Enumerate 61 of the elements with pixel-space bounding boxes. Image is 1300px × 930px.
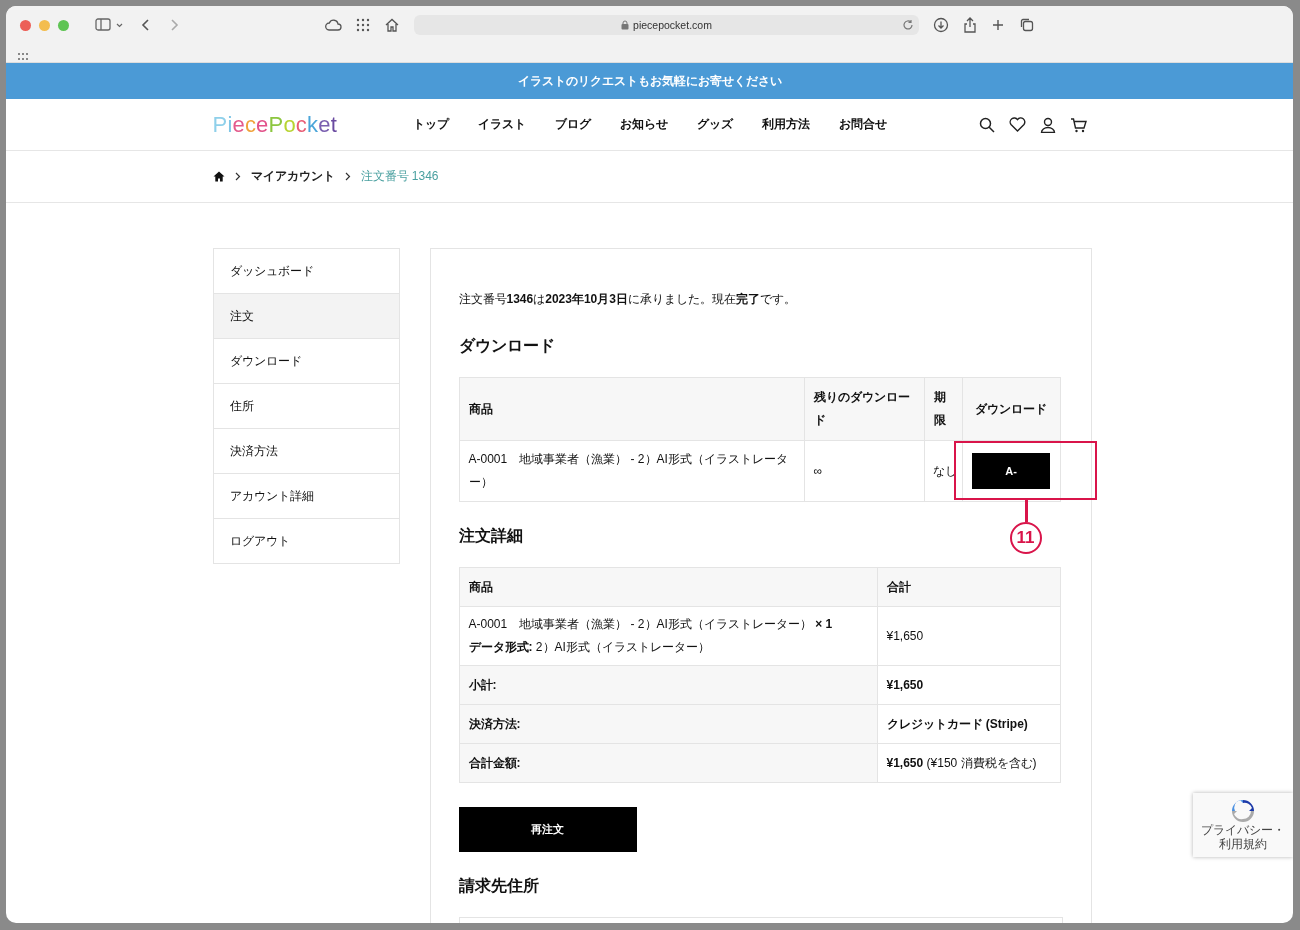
table-cell: ¥1,650 bbox=[877, 665, 1060, 705]
column-header: ダウンロード bbox=[962, 377, 1060, 441]
address-bar[interactable]: piecepocket.com bbox=[414, 15, 919, 35]
sidebar-icon[interactable] bbox=[95, 17, 125, 33]
table-cell: A-0001 地域事業者（漁業） - 2）AI形式（イラストレーター） bbox=[459, 440, 804, 502]
site-logo[interactable]: PiecePocket bbox=[212, 111, 413, 138]
home-icon[interactable] bbox=[384, 17, 400, 33]
chevron-icon bbox=[234, 172, 241, 181]
column-header: 商品 bbox=[459, 377, 804, 441]
announcement-banner: イラストのリクエストもお気軽にお寄せください bbox=[6, 63, 1293, 99]
section-title: 請求先住所 bbox=[458, 876, 539, 896]
menu-item[interactable]: 注文 bbox=[213, 293, 399, 338]
table-cell: クレジットカード (Stripe) bbox=[877, 704, 1060, 744]
callout-number: 11 bbox=[1009, 522, 1042, 554]
zoom-dot[interactable] bbox=[58, 19, 69, 31]
row-header: 小計: bbox=[459, 665, 877, 705]
nav-link[interactable]: ブログ bbox=[554, 116, 591, 133]
heart-icon[interactable] bbox=[1008, 117, 1026, 132]
share-icon[interactable] bbox=[963, 17, 977, 33]
new-tab-icon[interactable] bbox=[991, 18, 1005, 32]
table-cell: ¥1,650 (¥150 消費税を含む) bbox=[877, 743, 1060, 783]
section-title: ダウンロード bbox=[458, 336, 555, 356]
nav-link[interactable]: イラスト bbox=[477, 116, 526, 133]
table-cell: ∞ bbox=[804, 440, 924, 502]
chevron-icon bbox=[344, 172, 351, 181]
nav-link[interactable]: トップ bbox=[412, 116, 449, 133]
grid-icon[interactable] bbox=[356, 18, 370, 32]
product-option: データ形式: 2）AI形式（イラストレーター） bbox=[468, 636, 868, 659]
row-header: 決済方法: bbox=[459, 704, 877, 744]
section-title: 注文詳細 bbox=[458, 526, 523, 546]
recaptcha-links[interactable]: プライバシー・利用規約 bbox=[1196, 824, 1290, 852]
leader-line bbox=[1024, 500, 1028, 522]
user-icon[interactable] bbox=[1039, 116, 1056, 133]
column-header: 合計 bbox=[877, 567, 1060, 607]
order-summary-text: 注文番号1346は2023年10月3日に承りました。現在完了です。 bbox=[458, 291, 797, 308]
cart-icon[interactable] bbox=[1069, 116, 1087, 133]
search-icon[interactable] bbox=[978, 116, 995, 133]
reload-icon[interactable] bbox=[902, 19, 914, 31]
home-icon[interactable] bbox=[212, 171, 225, 182]
recaptcha-icon bbox=[1229, 798, 1257, 825]
tabs-icon[interactable] bbox=[1019, 17, 1035, 33]
download-icon[interactable] bbox=[933, 17, 949, 33]
close-dot[interactable] bbox=[20, 19, 31, 31]
column-header: 残りのダウンロード bbox=[804, 377, 924, 441]
column-header: 期限 bbox=[924, 377, 962, 441]
column-header: 商品 bbox=[459, 567, 877, 607]
row-header: 合計金額: bbox=[459, 743, 877, 783]
cloud-icon[interactable] bbox=[324, 18, 342, 32]
nav-link[interactable]: お知らせ bbox=[619, 116, 668, 133]
table-cell: ¥1,650 bbox=[877, 606, 1060, 666]
breadcrumb-current: 注文番号 1346 bbox=[360, 168, 439, 185]
nav-link[interactable]: 利用方法 bbox=[761, 116, 810, 133]
nav-link[interactable]: グッズ bbox=[696, 116, 733, 133]
apps-icon[interactable] bbox=[18, 53, 28, 61]
minimize-dot[interactable] bbox=[39, 19, 50, 31]
download-button[interactable]: A- bbox=[972, 453, 1050, 489]
product-name: A-0001 地域事業者（漁業） - 2）AI形式（イラストレーター） × 1 bbox=[468, 616, 834, 633]
nav-link[interactable]: お問合せ bbox=[838, 116, 887, 133]
lock-icon bbox=[621, 20, 630, 30]
breadcrumb-link[interactable]: マイアカウント bbox=[250, 168, 335, 185]
reorder-button[interactable]: 再注文 bbox=[458, 807, 637, 852]
